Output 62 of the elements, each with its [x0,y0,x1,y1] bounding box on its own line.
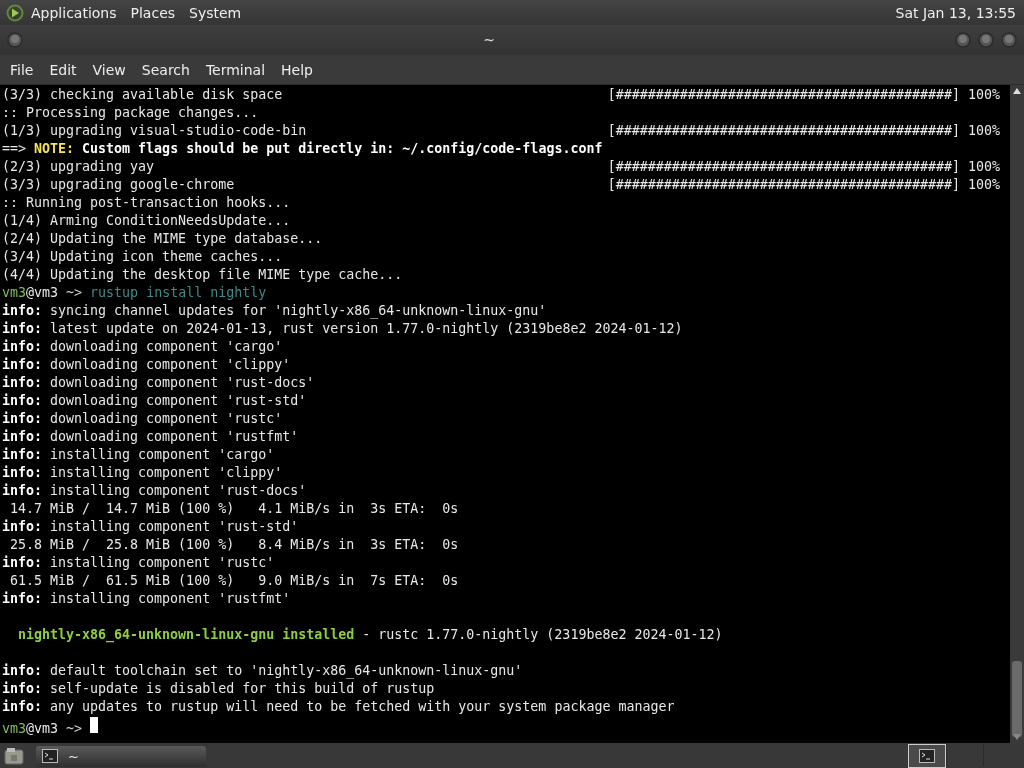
terminal-line: info: installing component 'cargo' [2,446,275,464]
panel-menu[interactable]: Places [123,4,183,21]
progress-text: [##########################################] 100% [607,86,1001,104]
terminal-line: 14.7 MiB / 14.7 MiB (100 %) 4.1 MiB/s in 3s ETA: 0s [9,500,459,518]
terminal-line: ==> NOTE: Custom flags should be put directly in: ~/.config/code-flags.conf [2,140,603,158]
scrollbar[interactable] [1010,85,1024,743]
terminal-line: info: installing component 'rustfmt' [2,590,291,608]
taskbar-button[interactable]: ~ [36,745,206,767]
terminal-icon [919,749,935,763]
terminal-icon [42,749,58,763]
terminal-line: info: any updates to rustup will need to be fetched with your system package manager [2,698,675,716]
terminal-line: info: downloading component 'rustc' [2,410,283,428]
menu-item[interactable]: File [2,61,42,78]
terminal-line: :: Processing package changes... [2,104,259,122]
terminal-line: :: Running post-transaction hooks... [2,194,291,212]
menu-item[interactable]: Search [133,61,198,78]
scrollbar-thumb[interactable] [1012,661,1022,737]
panel-menu[interactable]: System [182,4,249,21]
window-title: ~ [482,32,496,48]
terminal-line: (2/4) Updating the MIME type database... [2,230,323,248]
terminal-line: info: installing component 'clippy' [2,464,283,482]
scroll-down-icon[interactable] [1013,734,1021,740]
terminal-line: info: installing component 'rustc' [2,554,275,572]
show-desktop-icon[interactable] [4,747,24,765]
terminal-line: info: installing component 'rust-docs' [2,482,307,500]
terminal-line: 25.8 MiB / 25.8 MiB (100 %) 8.4 MiB/s in 3s ETA: 0s [9,536,459,554]
terminal-line: vm3@vm3 ~> rustup install nightly [2,284,267,302]
terminal-line: vm3@vm3 ~> [2,716,99,734]
terminal-line: info: syncing channel updates for 'nightly-x86_64-unknown-linux-gnu' [2,302,547,320]
terminal-line: info: downloading component 'rustfmt' [2,428,299,446]
terminal-line: info: downloading component 'rust-std' [2,392,307,410]
terminal-line: (3/3) upgrading google-chrome [2,176,235,194]
panel-menu[interactable]: Applications [24,4,124,21]
terminal-line: info: default toolchain set to 'nightly-x86_64-unknown-linux-gnu' [2,662,523,680]
terminal-line: info: downloading component 'cargo' [2,338,283,356]
terminal-line: info: self-update is disabled for this build of rustup [2,680,435,698]
terminal-line: (1/4) Arming ConditionNeedsUpdate... [2,212,291,230]
terminal-line: info: downloading component 'clippy' [2,356,291,374]
clock[interactable]: Sat Jan 13, 13:55 [895,4,1024,21]
menu-item[interactable]: Terminal [197,61,274,78]
terminal-line: (3/4) Updating icon theme caches... [2,248,283,266]
menu-item[interactable]: View [84,61,134,78]
terminal-line: (3/3) checking available disk space [2,86,283,104]
menu-logo-icon[interactable] [6,3,24,22]
menu-item[interactable]: Help [273,61,321,78]
window-button-icon[interactable] [6,31,24,49]
terminal-line: info: downloading component 'rust-docs' [2,374,315,392]
terminal-line: (4/4) Updating the desktop file MIME type cache... [2,266,403,284]
window-button-icon[interactable] [1000,31,1018,49]
window-button-icon[interactable] [977,31,995,49]
menu-item[interactable]: Edit [41,61,85,78]
terminal-line: (1/3) upgrading visual-studio-code-bin [2,122,307,140]
terminal-line: info: latest update on 2024-01-13, rust version 1.77.0-nightly (2319be8e2 2024-01-12) [2,320,683,338]
scroll-up-icon[interactable] [1013,88,1021,94]
progress-text: [##########################################] 100% [607,122,1001,140]
progress-text: [##########################################] 100% [607,158,1001,176]
terminal-line: info: installing component 'rust-std' [2,518,299,536]
terminal-line: (2/3) upgrading yay [2,158,155,176]
terminal-line: 61.5 MiB / 61.5 MiB (100 %) 9.0 MiB/s in 7s ETA: 0s [9,572,459,590]
window-button-icon[interactable] [954,31,972,49]
progress-text: [##########################################] 100% [607,176,1001,194]
terminal-line: nightly-x86_64-unknown-linux-gnu installed - rustc 1.77.0-nightly (2319be8e2 2024-01-12) [17,626,723,644]
